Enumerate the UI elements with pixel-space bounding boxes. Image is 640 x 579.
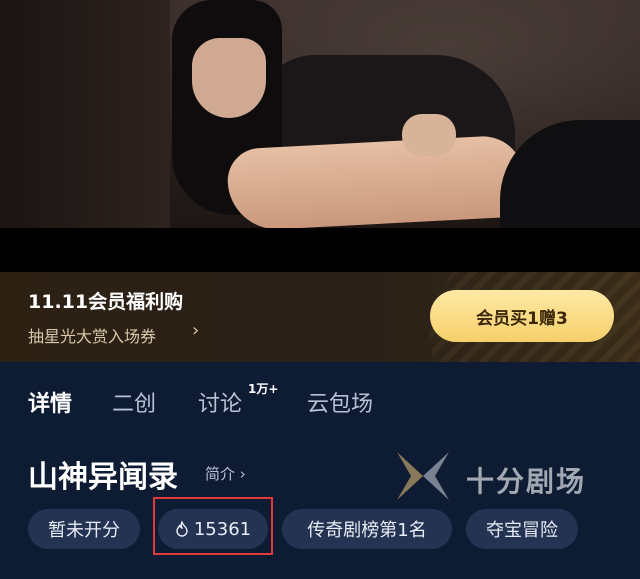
video-figure-leg [226, 134, 526, 228]
rating-chip-label: 暂未开分 [48, 520, 120, 541]
watermark-text: 十分剧场 [466, 465, 587, 498]
rank-chip-label: 传奇剧榜第1名 [307, 520, 427, 541]
video-letterbox [0, 228, 640, 272]
video-figure-face [192, 38, 266, 118]
genre-chip[interactable]: 夺宝冒险 [466, 509, 578, 549]
show-title: 山神异闻录 [28, 460, 178, 495]
video-shadow [0, 0, 170, 228]
genre-chip-label: 夺宝冒险 [486, 520, 558, 541]
watermark-logo-icon [397, 452, 449, 500]
promo-title: 11.11会员福利购 [28, 291, 184, 313]
chevron-right-icon: › [192, 320, 200, 341]
promo-subtitle[interactable]: 抽星光大赏入场券 [28, 323, 156, 347]
highlight-box [153, 497, 273, 555]
rating-chip[interactable]: 暂未开分 [28, 509, 140, 549]
tab-details[interactable]: 详情 [28, 386, 72, 418]
video-player[interactable] [0, 0, 640, 228]
tab-cloud-screening[interactable]: 云包场 [307, 386, 373, 418]
member-buy-button[interactable]: 会员买1赠3 [430, 290, 614, 342]
rank-chip[interactable]: 传奇剧榜第1名 [282, 509, 452, 549]
intro-link[interactable]: 简介 › [205, 463, 246, 484]
video-figure-hand [402, 114, 456, 156]
discussion-count-badge: 1万+ [248, 382, 279, 396]
tab-discussion[interactable]: 讨论 [198, 386, 242, 418]
tab-fan-creations[interactable]: 二创 [112, 386, 156, 418]
